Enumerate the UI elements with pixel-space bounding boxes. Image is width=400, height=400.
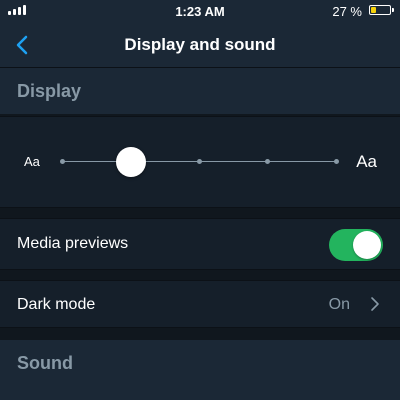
slider-step-dot[interactable] xyxy=(196,159,202,164)
screen: 1:23 AM 27 % Display and sound Display A… xyxy=(0,0,400,400)
slider-step-dot[interactable] xyxy=(265,159,270,164)
media-previews-toggle[interactable] xyxy=(329,229,383,261)
media-previews-label: Media previews xyxy=(17,235,129,252)
battery-percentage: 27 % xyxy=(332,4,362,19)
slider-step-dot[interactable] xyxy=(333,159,339,164)
sound-section-title: Sound xyxy=(17,353,73,373)
font-size-slider[interactable] xyxy=(0,117,400,209)
slider-step-dot[interactable] xyxy=(59,159,65,164)
sound-section-header: Sound xyxy=(0,340,400,400)
font-size-row: Aa Aa xyxy=(0,116,400,208)
page-title: Display and sound xyxy=(124,35,276,54)
media-previews-row: Media previews xyxy=(0,218,400,270)
dark-mode-value: On xyxy=(328,296,350,313)
toggle-knob xyxy=(353,231,381,259)
font-size-large-label: Aa xyxy=(356,152,377,171)
dark-mode-label: Dark mode xyxy=(17,296,96,313)
dark-mode-row[interactable]: Dark mode On xyxy=(0,280,400,328)
battery-cap xyxy=(392,8,394,12)
nav-bar: Display and sound xyxy=(0,22,400,68)
display-section-title: Display xyxy=(17,81,82,101)
chevron-left-icon xyxy=(16,35,28,55)
battery-icon xyxy=(369,5,391,15)
back-button[interactable] xyxy=(8,31,36,59)
display-section-header: Display xyxy=(0,68,400,114)
battery-fill xyxy=(371,7,376,13)
status-bar: 1:23 AM 27 % xyxy=(0,0,400,22)
slider-thumb[interactable] xyxy=(115,147,146,177)
chevron-right-icon xyxy=(371,297,379,311)
